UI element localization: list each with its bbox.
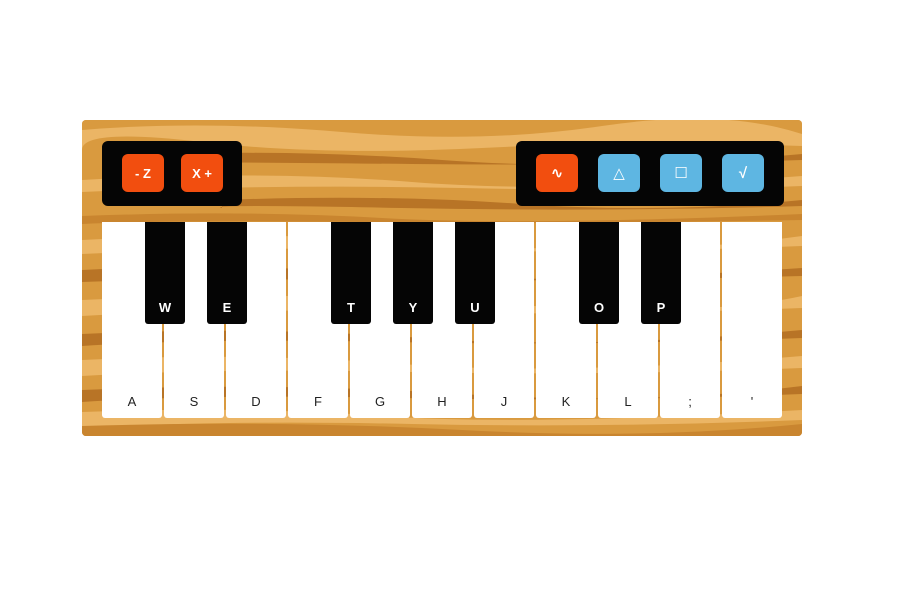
black-key-t[interactable]: T: [331, 222, 371, 324]
octave-up-label: X +: [192, 165, 212, 181]
octave-control-panel: - Z X +: [102, 141, 242, 206]
square-icon: ☐: [674, 164, 688, 182]
key-label: G: [374, 394, 386, 409]
black-key-y[interactable]: Y: [393, 222, 433, 324]
key-label: O: [593, 300, 605, 315]
triangle-icon: △: [613, 164, 625, 182]
key-label: P: [656, 300, 666, 315]
triangle-wave-button[interactable]: △: [598, 154, 640, 192]
octave-up-button[interactable]: X +: [181, 154, 223, 192]
octave-down-button[interactable]: - Z: [122, 154, 164, 192]
key-label: Y: [408, 300, 418, 315]
sawtooth-icon: √: [738, 164, 748, 182]
black-key-u[interactable]: U: [455, 222, 495, 324]
key-label: ': [750, 394, 754, 409]
black-key-e[interactable]: E: [207, 222, 247, 324]
key-label: L: [624, 394, 632, 409]
key-label: F: [314, 394, 322, 409]
key-label: T: [347, 300, 355, 315]
key-label: K: [561, 394, 571, 409]
key-label: A: [127, 394, 137, 409]
octave-down-label: - Z: [135, 165, 151, 181]
key-label: W: [158, 300, 172, 315]
sine-wave-button[interactable]: ∿: [536, 154, 578, 192]
sine-icon: ∿: [550, 164, 564, 182]
square-wave-button[interactable]: ☐: [660, 154, 702, 192]
black-key-o[interactable]: O: [579, 222, 619, 324]
sawtooth-wave-button[interactable]: √: [722, 154, 764, 192]
key-label: E: [222, 300, 232, 315]
black-key-w[interactable]: W: [145, 222, 185, 324]
key-label: S: [189, 394, 199, 409]
waveform-control-panel: ∿ △ ☐ √: [516, 141, 784, 206]
key-label: U: [470, 300, 480, 315]
white-key-apostrophe[interactable]: ': [722, 222, 782, 418]
black-key-p[interactable]: P: [641, 222, 681, 324]
key-label: J: [500, 394, 508, 409]
key-label: D: [251, 394, 261, 409]
synthesizer-body: - Z X + ∿ △ ☐ √ A S D F G H J K L ; ' W …: [82, 120, 802, 436]
key-label: ;: [688, 394, 692, 409]
key-label: H: [437, 394, 447, 409]
keyboard: A S D F G H J K L ; ' W E T Y U O P: [102, 222, 784, 418]
